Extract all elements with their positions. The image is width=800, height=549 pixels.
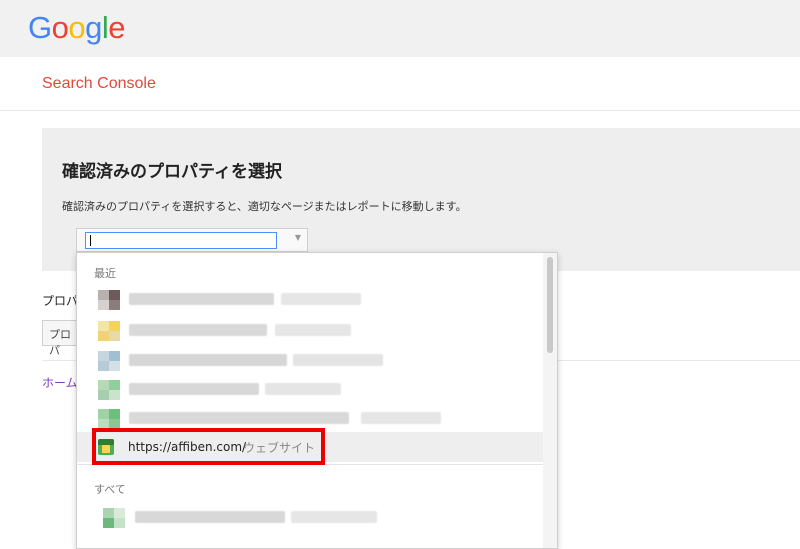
list-item[interactable] [77, 502, 543, 532]
top-bar: Google [0, 0, 800, 57]
site-favicon [98, 290, 120, 310]
section-label: プロパ [42, 294, 79, 308]
site-favicon [98, 380, 120, 400]
home-link[interactable]: ホーム [42, 374, 78, 391]
site-favicon [98, 351, 120, 371]
google-logo[interactable]: Google [28, 10, 126, 46]
recent-section-label: 最近 [94, 267, 116, 280]
list-item[interactable] [77, 284, 543, 314]
divider [0, 110, 800, 111]
logo-letter: e [108, 10, 126, 45]
scrollbar-thumb[interactable] [547, 257, 553, 353]
annotation-highlight-box [92, 428, 325, 465]
panel-description: 確認済みのプロパティを選択すると、適切なページまたはレポートに移動します。 [62, 200, 467, 213]
property-search-input[interactable] [85, 232, 277, 249]
all-section-label: すべて [94, 483, 126, 496]
site-favicon [98, 409, 120, 429]
product-title[interactable]: Search Console [42, 75, 156, 93]
site-favicon [98, 321, 120, 341]
logo-letter: o [51, 10, 69, 45]
logo-letter: G [28, 10, 52, 45]
text-caret [90, 235, 91, 246]
logo-letter: o [68, 10, 86, 45]
chevron-down-icon[interactable]: ▼ [295, 233, 301, 242]
list-item[interactable] [77, 345, 543, 375]
list-item[interactable] [77, 315, 543, 345]
scrollbar[interactable] [543, 253, 557, 548]
property-dropdown[interactable]: 最近 https://affiben.com/ ウェブサイト すべて [76, 252, 558, 549]
property-select[interactable]: ▼ [76, 228, 308, 252]
logo-letter: g [85, 10, 102, 45]
site-favicon [98, 508, 125, 528]
list-item[interactable] [77, 374, 543, 404]
panel-title: 確認済みのプロパティを選択 [62, 162, 282, 182]
